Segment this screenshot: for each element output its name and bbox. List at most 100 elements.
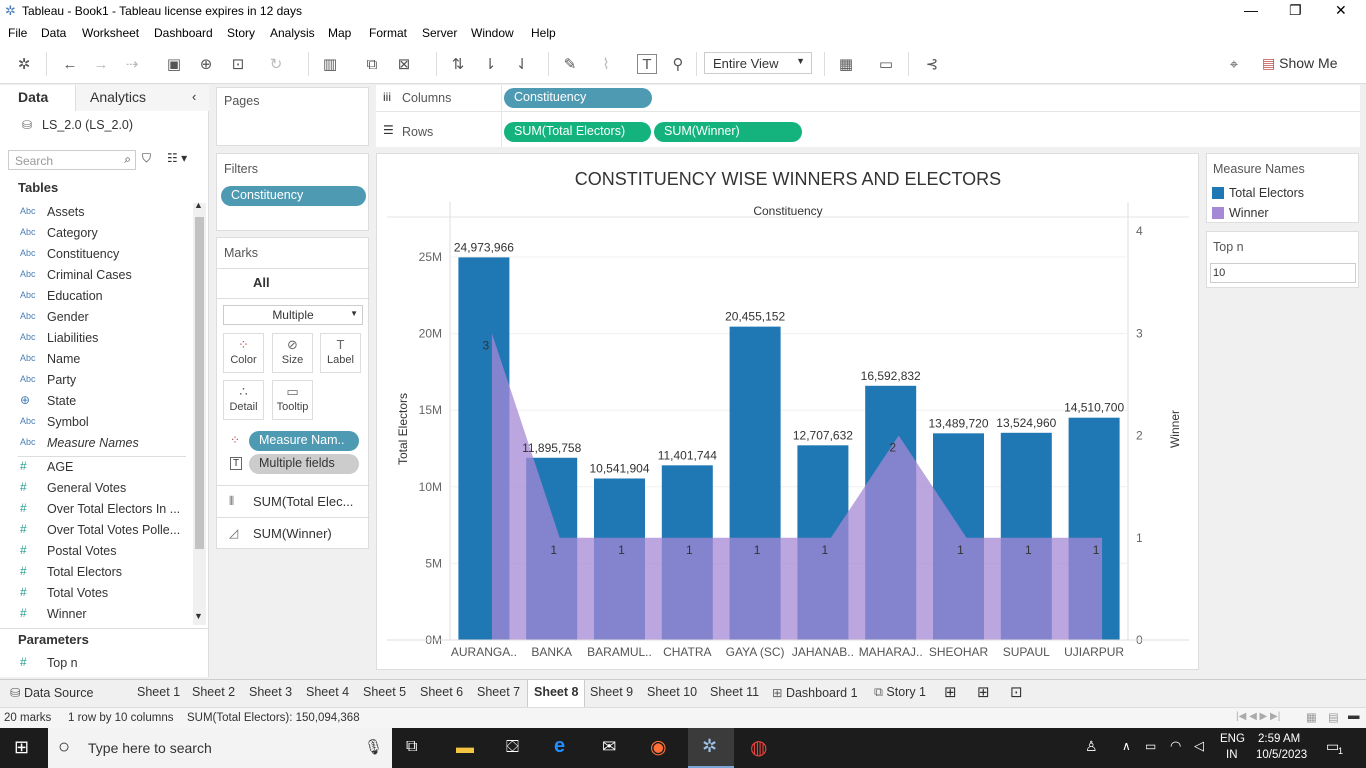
file-explorer-icon[interactable]: ▬ — [456, 737, 474, 758]
field-state[interactable]: ⊕ State — [0, 392, 195, 412]
filmstrip-icon[interactable]: ▤ — [1328, 710, 1339, 724]
field-gender[interactable]: Abc Gender — [0, 308, 195, 328]
clear-sheet-icon[interactable]: ⊠ — [394, 54, 414, 74]
tab-analytics[interactable]: Analytics — [76, 85, 209, 111]
tabs-icon[interactable]: ▬ — [1348, 710, 1360, 722]
sheet-tab-dashboard-1[interactable]: ⊞ Dashboard 1 — [772, 685, 858, 700]
new-dashboard-tab-icon[interactable]: ⊞ — [977, 683, 990, 701]
new-story-tab-icon[interactable]: ⊡ — [1010, 683, 1023, 701]
duplicate-sheet-icon[interactable]: ⧉ — [362, 54, 382, 74]
new-datasource-icon[interactable]: ⊕ — [196, 54, 216, 74]
field-general-votes[interactable]: # General Votes — [0, 479, 195, 499]
redo-icon[interactable]: → — [91, 54, 111, 74]
field-constituency[interactable]: Abc Constituency — [0, 245, 195, 265]
filters-shelf[interactable]: Filters Constituency — [216, 153, 369, 231]
undo-icon[interactable]: ← — [60, 54, 80, 74]
new-worksheet-icon[interactable]: ▥ — [320, 54, 340, 74]
menu-worksheet[interactable]: Worksheet — [82, 26, 139, 40]
sheet-tab-sheet-2[interactable]: Sheet 2 — [192, 685, 235, 699]
menu-data[interactable]: Data — [41, 26, 66, 40]
datasource-name[interactable]: LS_2.0 (LS_2.0) — [42, 118, 133, 132]
field-postal-votes[interactable]: # Postal Votes — [0, 542, 195, 562]
sheet-tab-sheet-9[interactable]: Sheet 9 — [590, 685, 633, 699]
field-over-total-electors-in[interactable]: # Over Total Electors In ... — [0, 500, 195, 520]
field-total-electors[interactable]: # Total Electors — [0, 563, 195, 583]
field-measure-names[interactable]: Abc Measure Names — [0, 434, 195, 454]
wifi-icon[interactable]: ◠ — [1170, 738, 1181, 754]
store-icon[interactable]: ⛋ — [506, 737, 519, 757]
menu-server[interactable]: Server — [422, 26, 457, 40]
collapse-pane-icon[interactable]: ‹ — [192, 89, 196, 104]
sheet-tab-sheet-10[interactable]: Sheet 10 — [647, 685, 697, 699]
chrome-icon[interactable]: ◍ — [750, 735, 767, 760]
view-options-icon[interactable]: ☷ ▾ — [167, 151, 187, 165]
menu-dashboard[interactable]: Dashboard — [154, 26, 213, 40]
field-liabilities[interactable]: Abc Liabilities — [0, 329, 195, 349]
pause-updates-icon[interactable]: ⊡ — [228, 54, 248, 74]
show-me-button[interactable]: ▤ Show Me — [1262, 55, 1337, 72]
sort-ascending-icon[interactable]: ⇂ — [480, 54, 500, 74]
taskbar-search[interactable]: ○ Type here to search 🎙 — [48, 728, 392, 768]
field-search-input[interactable]: Search ⌕ — [8, 150, 136, 170]
field-category[interactable]: Abc Category — [0, 224, 195, 244]
field-winner[interactable]: # Winner — [0, 605, 195, 625]
menu-format[interactable]: Format — [369, 26, 407, 40]
legend-item-winner[interactable]: Winner — [1229, 206, 1269, 220]
show-cards-icon[interactable]: ▦ — [836, 54, 856, 74]
sheet-tab-sheet-3[interactable]: Sheet 3 — [249, 685, 292, 699]
topn-input[interactable]: 10 — [1210, 263, 1356, 283]
mark-card-total-electors[interactable]: SUM(Total Elec... — [253, 494, 353, 509]
tableau-task-active[interactable]: ✲ — [688, 728, 734, 768]
view-size-select[interactable]: Entire View ▼ — [704, 52, 812, 74]
field-over-total-votes-polle[interactable]: # Over Total Votes Polle... — [0, 521, 195, 541]
pill-multiple-fields[interactable]: Multiple fields — [249, 454, 359, 474]
show-labels-icon[interactable]: T — [637, 54, 657, 74]
refresh-icon[interactable]: ↻ — [266, 54, 286, 74]
field-criminal-cases[interactable]: Abc Criminal Cases — [0, 266, 195, 286]
format-painter-icon[interactable]: ⌖ — [1224, 54, 1244, 74]
tab-data[interactable]: Data — [0, 85, 76, 111]
rows-pill-winner[interactable]: SUM(Winner) — [654, 122, 802, 142]
presentation-mode-icon[interactable]: ▭ — [876, 54, 896, 74]
menu-window[interactable]: Window — [471, 26, 514, 40]
sort-descending-icon[interactable]: ⇃ — [512, 54, 532, 74]
volume-icon[interactable]: ◁ — [1194, 738, 1204, 754]
sheet-sorter-icon[interactable]: ▦ — [1306, 710, 1317, 724]
menu-help[interactable]: Help — [531, 26, 556, 40]
language-bottom[interactable]: IN — [1226, 749, 1238, 761]
microphone-icon[interactable]: 🎙 — [364, 738, 383, 756]
mark-card-winner[interactable]: SUM(Winner) — [253, 526, 332, 541]
sheet-tab-sheet-6[interactable]: Sheet 6 — [420, 685, 463, 699]
size-button[interactable]: ⊘ Size — [272, 333, 313, 373]
legend-item-total-electors[interactable]: Total Electors — [1229, 186, 1304, 200]
task-view-icon[interactable]: ⧉ — [406, 738, 417, 756]
filter-pill-constituency[interactable]: Constituency — [221, 186, 366, 206]
menu-analysis[interactable]: Analysis — [270, 26, 315, 40]
field-total-votes[interactable]: # Total Votes — [0, 584, 195, 604]
tableau-home-icon[interactable]: ✲ — [14, 54, 34, 74]
color-button[interactable]: ⁘ Color — [223, 333, 264, 373]
field-age[interactable]: # AGE — [0, 458, 195, 478]
firefox-icon[interactable]: ◉ — [650, 736, 667, 759]
mail-icon[interactable]: ✉ — [602, 737, 616, 757]
marks-all-tab[interactable]: All — [253, 275, 270, 290]
minimize-button[interactable]: — — [1244, 2, 1258, 18]
pill-measure-names[interactable]: Measure Nam.. — [249, 431, 359, 451]
detail-button[interactable]: ∴ Detail — [223, 380, 264, 420]
fix-axes-icon[interactable]: ⚲ — [668, 54, 688, 74]
mark-type-select[interactable]: Multiple ▼ — [223, 305, 363, 325]
replay-icon[interactable]: ⇢ — [122, 54, 142, 74]
sheet-tab-sheet-8[interactable]: Sheet 8 — [527, 680, 586, 708]
clock-date[interactable]: 10/5/2023 — [1256, 749, 1307, 761]
parameter-top-n[interactable]: # Top n — [0, 654, 195, 674]
menu-story[interactable]: Story — [227, 26, 255, 40]
tray-chevron-icon[interactable]: ∧ — [1122, 739, 1131, 753]
columns-pill-constituency[interactable]: Constituency — [504, 88, 652, 108]
sheet-tab-sheet-5[interactable]: Sheet 5 — [363, 685, 406, 699]
language-top[interactable]: ENG — [1220, 733, 1245, 745]
label-button[interactable]: T Label — [320, 333, 361, 373]
clock-time[interactable]: 2:59 AM — [1258, 733, 1300, 745]
field-name[interactable]: Abc Name — [0, 350, 195, 370]
sheet-tab-data-source[interactable]: ⛁ Data Source — [10, 685, 93, 700]
rows-pill-total-electors[interactable]: SUM(Total Electors) — [504, 122, 651, 142]
